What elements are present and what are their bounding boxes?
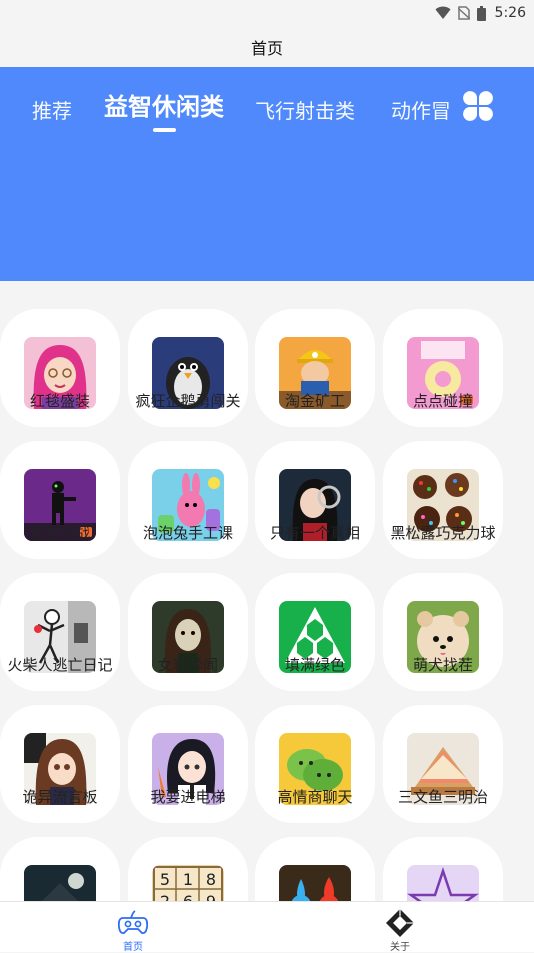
game-name: 黑松露巧克力球 bbox=[390, 524, 496, 542]
tab-flight-shooting[interactable]: 飞行射击类 bbox=[255, 95, 355, 124]
wifi-icon bbox=[435, 6, 451, 20]
tab-recommend[interactable]: 推荐 bbox=[32, 95, 72, 124]
category-tabs: 推荐 益智休闲类 飞行射击类 动作冒 bbox=[0, 67, 460, 147]
battery-icon bbox=[476, 5, 486, 21]
sudoku-digit: 8 bbox=[206, 870, 216, 889]
game-name: 三文鱼三明治 bbox=[397, 788, 488, 806]
sudoku-digit: 6 bbox=[183, 892, 193, 901]
nav-home[interactable]: 首页 bbox=[93, 902, 173, 953]
sudoku-thumb: 5 1 8 2 6 9 bbox=[152, 865, 224, 901]
no-sim-icon bbox=[457, 6, 470, 20]
status-time: 5:26 bbox=[494, 5, 526, 21]
game-name: 点点碰撞 bbox=[412, 392, 473, 410]
status-bar: 5:26 bbox=[0, 0, 534, 26]
game-grid: 红毯盛装 疯狂企鹅勇闯关 淘金矿工 点点碰撞 生存大战 泡泡兔手工课 只有一个真… bbox=[0, 281, 534, 901]
fire-water-thumb bbox=[279, 865, 351, 901]
diamond-logo-icon bbox=[384, 907, 416, 939]
nav-about[interactable]: 关于 bbox=[360, 902, 440, 953]
game-card[interactable] bbox=[0, 837, 120, 901]
four-petal-grid-icon[interactable] bbox=[463, 91, 493, 121]
sudoku-digit: 9 bbox=[206, 892, 216, 901]
sudoku-digit: 2 bbox=[160, 892, 170, 901]
game-card[interactable]: 5 1 8 2 6 9 bbox=[128, 837, 248, 901]
game-card[interactable] bbox=[383, 837, 503, 901]
star-thumb bbox=[407, 865, 479, 901]
game-name: 萌犬找茬 bbox=[412, 656, 473, 674]
app-title-bar: 首页 bbox=[0, 26, 534, 67]
active-tab-indicator bbox=[153, 128, 176, 132]
category-header: 推荐 益智休闲类 飞行射击类 动作冒 bbox=[0, 67, 534, 281]
game-card[interactable] bbox=[255, 837, 375, 901]
page-title: 首页 bbox=[250, 38, 283, 58]
gamepad-icon bbox=[117, 907, 149, 939]
tab-puzzle-casual[interactable]: 益智休闲类 bbox=[104, 87, 224, 122]
tab-action-adventure[interactable]: 动作冒 bbox=[391, 95, 451, 124]
sudoku-digit: 5 bbox=[160, 870, 170, 889]
sudoku-digit: 1 bbox=[183, 870, 193, 889]
haunted-house-thumb bbox=[24, 865, 96, 901]
bottom-navigation: 首页 关于 bbox=[0, 901, 534, 953]
